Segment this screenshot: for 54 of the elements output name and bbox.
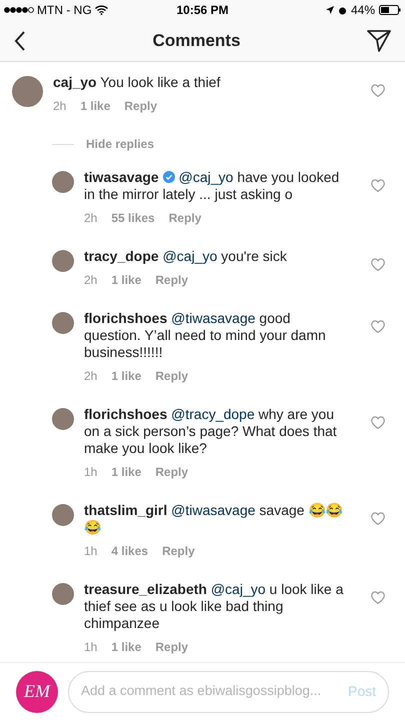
comment-time: 1h (84, 543, 98, 560)
reply-link[interactable]: Reply (162, 542, 195, 560)
heart-icon[interactable] (371, 179, 385, 192)
comment-time: 2h (84, 272, 98, 289)
comment-time: 1h (84, 639, 98, 656)
comment-text: florichshoes @tracy_dope why are you on a sick person’s page? What does that make you look like? (84, 406, 338, 457)
avatar[interactable] (52, 312, 74, 334)
likes-count[interactable]: 1 like (111, 463, 142, 481)
paper-plane-icon[interactable] (366, 30, 391, 52)
comment-text: caj_yo You look like a thief (53, 74, 222, 91)
battery-percent: 44% (350, 2, 375, 19)
reply-link[interactable]: Reply (168, 209, 202, 227)
heart-icon[interactable] (371, 84, 385, 97)
comment-time: 1h (84, 464, 98, 481)
likes-count[interactable]: 1 like (111, 638, 142, 656)
likes-count[interactable]: 55 likes (111, 209, 155, 227)
reply-link[interactable]: Reply (155, 271, 188, 289)
back-icon[interactable] (14, 30, 26, 50)
comment-text: florichshoes @tiwasavage good question. Y’all need to mind your damn business!!!!!! (84, 310, 327, 361)
comment-time: 2h (53, 98, 66, 115)
status-time: 10:56 PM (176, 2, 229, 19)
avatar[interactable] (12, 76, 43, 107)
comment-time: 2h (84, 368, 98, 385)
comment-text: tiwasavage @caj_yo have you looked in the mirror lately ... just asking o (84, 169, 340, 203)
reply-link[interactable]: Reply (155, 638, 188, 656)
heart-icon[interactable] (371, 258, 385, 271)
comment-time: 2h (84, 210, 98, 227)
signal-icon (4, 7, 34, 13)
likes-count[interactable]: 1 like (80, 97, 110, 115)
battery-icon (379, 5, 401, 15)
hide-replies-link[interactable]: Hide replies (86, 135, 154, 153)
avatar[interactable] (52, 171, 74, 193)
heart-icon[interactable] (371, 320, 385, 333)
avatar[interactable] (52, 250, 74, 272)
avatar[interactable] (52, 504, 74, 526)
heart-icon[interactable] (371, 591, 385, 604)
avatar[interactable] (52, 583, 74, 605)
comment-text: treasure_elizabeth @caj_yo u look like a thief see as u look like bad thing chimpanzee (84, 581, 344, 632)
heart-icon[interactable] (371, 512, 385, 525)
comment-text: thatslim_girl @tiwasavage savage 😂😂😂 (84, 502, 344, 536)
wifi-icon (94, 5, 108, 15)
carrier-name: MTN - NG (37, 2, 92, 19)
avatar[interactable] (52, 408, 74, 430)
comment-text: tracy_dope @caj_yo you're sick (84, 248, 288, 265)
location-arrow-icon (326, 6, 334, 14)
header-title: Comments (152, 30, 240, 52)
likes-count[interactable]: 4 likes (111, 542, 148, 560)
reply-link[interactable]: Reply (155, 367, 188, 385)
likes-count[interactable]: 1 like (111, 367, 142, 385)
reply-link[interactable]: Reply (124, 97, 158, 115)
reply-link[interactable]: Reply (155, 463, 188, 481)
heart-icon[interactable] (371, 416, 385, 429)
likes-count[interactable]: 1 like (111, 271, 142, 289)
logo: EM (16, 670, 58, 712)
